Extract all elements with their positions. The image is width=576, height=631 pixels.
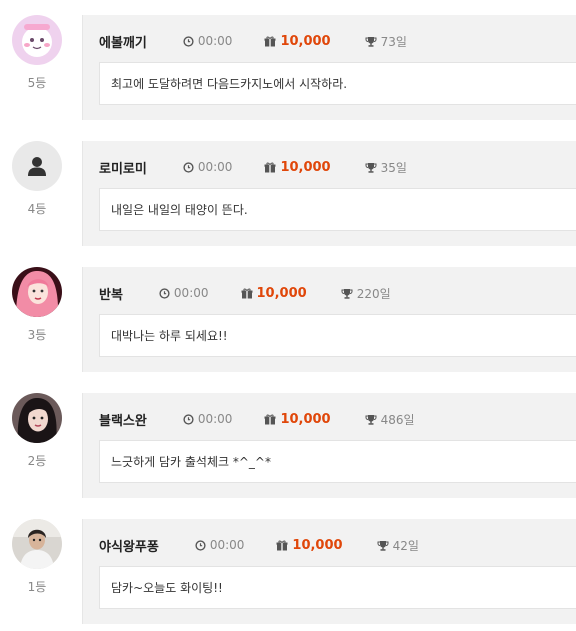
points-value: 10,000 [292, 537, 343, 553]
gift-icon [241, 288, 253, 298]
days-value: 220일 [356, 286, 391, 301]
gift-icon [264, 36, 276, 46]
clock-icon [183, 161, 194, 173]
points-value: 10,000 [280, 33, 331, 49]
points-value: 10,000 [256, 285, 307, 301]
message-text: 담카~오늘도 화이팅!! [111, 581, 223, 595]
time: 00:00 [183, 160, 233, 174]
days-value: 35일 [380, 160, 407, 175]
meta-row: 반복 00:00 10,000 220일 [99, 284, 391, 303]
attendance-list: 5등 에볼깨기 00:00 10,000 73일 최고에 도달하려면 다음드카지… [0, 0, 576, 624]
avatar-column: 1등 [12, 519, 62, 595]
points-value: 10,000 [280, 159, 331, 175]
message-box: 담카~오늘도 화이팅!! [99, 566, 576, 609]
list-item: 1등 야식왕푸퐁 00:00 10,000 42일 담카~오늘도 화이팅!! [0, 519, 576, 631]
trophy-icon [365, 162, 377, 173]
nickname[interactable]: 반복 [99, 284, 123, 303]
days-value: 486일 [380, 412, 415, 427]
gift-icon [276, 540, 288, 550]
meta-row: 야식왕푸퐁 00:00 10,000 42일 [99, 536, 419, 555]
days-value: 73일 [380, 34, 407, 49]
gift-icon [264, 414, 276, 424]
message-box: 내일은 내일의 태양이 뜬다. [99, 188, 576, 231]
clock-icon [159, 287, 170, 299]
avatar-column: 3등 [12, 267, 62, 343]
message-text: 내일은 내일의 태양이 뜬다. [111, 203, 248, 217]
avatar-column: 5등 [12, 15, 62, 91]
points: 10,000 [264, 411, 331, 427]
rank-label: 2등 [27, 454, 47, 468]
list-item: 4등 로미로미 00:00 10,000 35일 내일은 내일의 태양이 뜬다. [0, 141, 576, 253]
avatar-column: 4등 [12, 141, 62, 217]
time: 00:00 [195, 538, 245, 552]
days: 35일 [365, 159, 407, 176]
message-text: 최고에 도달하려면 다음드카지노에서 시작하라. [111, 77, 348, 91]
message-box: 대박나는 하루 되세요!! [99, 314, 576, 357]
meta-row: 블랙스완 00:00 10,000 486일 [99, 410, 415, 429]
avatar[interactable] [12, 15, 62, 65]
rank-label: 3등 [27, 328, 47, 342]
message-text: 대박나는 하루 되세요!! [111, 329, 228, 343]
trophy-icon [365, 414, 377, 425]
avatar[interactable] [12, 393, 62, 443]
trophy-icon [341, 288, 353, 299]
days-value: 42일 [392, 538, 419, 553]
comment-card: 로미로미 00:00 10,000 35일 내일은 내일의 태양이 뜬다. [82, 141, 576, 246]
time: 00:00 [183, 412, 233, 426]
avatar[interactable] [12, 141, 62, 191]
meta-row: 로미로미 00:00 10,000 35일 [99, 158, 407, 177]
days: 486일 [365, 411, 415, 428]
meta-row: 에볼깨기 00:00 10,000 73일 [99, 32, 407, 51]
comment-card: 블랙스완 00:00 10,000 486일 느긋하게 담카 출석체크 *^_^… [82, 393, 576, 498]
clock-icon [183, 35, 194, 47]
trophy-icon [377, 540, 389, 551]
list-item: 3등 반복 00:00 10,000 220일 대박나는 하루 되세요!! [0, 267, 576, 379]
comment-card: 반복 00:00 10,000 220일 대박나는 하루 되세요!! [82, 267, 576, 372]
rank-label: 1등 [27, 580, 47, 594]
gift-icon [264, 162, 276, 172]
avatar[interactable] [12, 267, 62, 317]
days: 220일 [341, 285, 391, 302]
clock-icon [183, 413, 194, 425]
message-text: 느긋하게 담카 출석체크 *^_^* [111, 455, 271, 469]
time-value: 00:00 [197, 412, 233, 426]
nickname[interactable]: 로미로미 [99, 158, 147, 177]
rank-label: 5등 [27, 76, 47, 90]
nickname[interactable]: 에볼깨기 [99, 32, 147, 51]
days: 73일 [365, 33, 407, 50]
days: 42일 [377, 537, 419, 554]
time-value: 00:00 [209, 538, 245, 552]
time-value: 00:00 [173, 286, 209, 300]
time-value: 00:00 [197, 160, 233, 174]
points-value: 10,000 [280, 411, 331, 427]
avatar-column: 2등 [12, 393, 62, 469]
time-value: 00:00 [197, 34, 233, 48]
nickname[interactable]: 블랙스완 [99, 410, 147, 429]
points: 10,000 [276, 537, 343, 553]
points: 10,000 [264, 33, 331, 49]
clock-icon [195, 539, 206, 551]
time: 00:00 [183, 34, 233, 48]
comment-card: 야식왕푸퐁 00:00 10,000 42일 담카~오늘도 화이팅!! [82, 519, 576, 624]
rank-label: 4등 [27, 202, 47, 216]
list-item: 5등 에볼깨기 00:00 10,000 73일 최고에 도달하려면 다음드카지… [0, 15, 576, 127]
message-box: 최고에 도달하려면 다음드카지노에서 시작하라. [99, 62, 576, 105]
trophy-icon [365, 36, 377, 47]
list-item: 2등 블랙스완 00:00 10,000 486일 느긋하게 담카 출석체크 *… [0, 393, 576, 505]
points: 10,000 [264, 159, 331, 175]
points: 10,000 [241, 286, 307, 301]
avatar[interactable] [12, 519, 62, 569]
comment-card: 에볼깨기 00:00 10,000 73일 최고에 도달하려면 다음드카지노에서… [82, 15, 576, 120]
message-box: 느긋하게 담카 출석체크 *^_^* [99, 440, 576, 483]
nickname[interactable]: 야식왕푸퐁 [99, 536, 159, 555]
time: 00:00 [159, 286, 209, 300]
